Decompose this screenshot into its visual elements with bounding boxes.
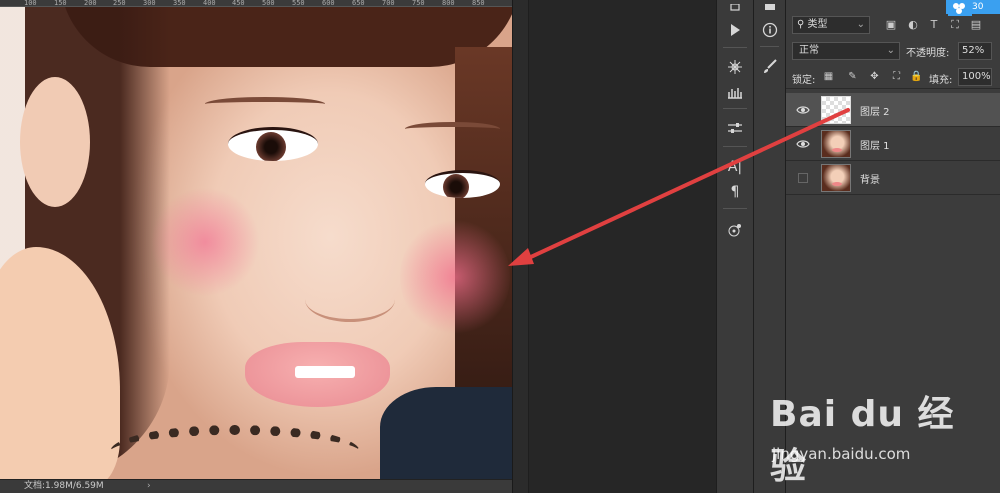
layer-row-background[interactable]: 背景: [786, 161, 1000, 195]
ruler-tick: 800: [442, 0, 455, 7]
cloud-app-icon[interactable]: [948, 0, 972, 24]
brush-icon[interactable]: [754, 55, 785, 79]
watermark-logo: Bai du 经验: [770, 394, 955, 487]
ruler-tick: 550: [292, 0, 305, 7]
layer-name[interactable]: 图层 1: [860, 137, 890, 152]
character-icon[interactable]: A|: [717, 155, 753, 179]
layer-name[interactable]: 图层 2: [860, 103, 890, 118]
baidu-jingyan-watermark: Bai du 经验 jingyan.baidu.com: [770, 385, 990, 487]
photo-shirt: [380, 387, 512, 479]
ruler-tick: 200: [84, 0, 97, 7]
paths-icon[interactable]: [717, 218, 753, 242]
ruler-tick: 350: [173, 0, 186, 7]
fill-label: 填充:: [929, 75, 953, 86]
lock-transparency-icon[interactable]: ▦: [822, 70, 835, 83]
photo-eyebrow: [405, 122, 500, 136]
ruler-tick: 250: [113, 0, 126, 7]
layer-thumbnail: [821, 164, 851, 192]
lock-pixels-icon[interactable]: ✎: [846, 70, 859, 83]
ruler-tick: 700: [382, 0, 395, 7]
filter-adjustment-icon[interactable]: ◐: [906, 18, 920, 32]
workspace-gray: [528, 0, 716, 493]
photo-lips: [245, 342, 390, 407]
ruler-tick: 500: [262, 0, 275, 7]
opacity-label: 不透明度:: [906, 48, 950, 59]
opacity-field[interactable]: 52%: [958, 42, 992, 60]
ruler-tick: 750: [412, 0, 425, 7]
filter-pixel-icon[interactable]: ▣: [884, 18, 898, 32]
layer-name[interactable]: 背景: [860, 171, 880, 186]
ruler-tick: 600: [322, 0, 335, 7]
lock-label: 锁定:: [792, 75, 816, 86]
chevron-down-icon: ⌄: [856, 19, 865, 30]
lock-artboard-icon[interactable]: ⛶: [890, 70, 903, 83]
document-canvas[interactable]: [0, 7, 512, 479]
ruler-tick: 100: [24, 0, 37, 7]
search-icon: ⚲: [797, 19, 805, 30]
layer-filter-dropdown[interactable]: ⚲ 类型 ⌄: [792, 16, 870, 34]
filter-type-icon[interactable]: T: [927, 18, 941, 32]
photoshop-window: 100 150 200 250 300 350 400 450 500 550 …: [0, 0, 1000, 493]
adjustments-icon[interactable]: [717, 116, 753, 140]
document-size: 文档:1.98M/6.59M: [24, 481, 104, 491]
blend-mode-dropdown[interactable]: 正常 ⌄: [792, 42, 900, 60]
photo-ear: [20, 77, 90, 207]
eye-icon[interactable]: [796, 103, 810, 117]
chevron-down-icon: ⌄: [886, 45, 895, 56]
info-icon[interactable]: [754, 18, 785, 42]
layer-row-layer-2[interactable]: 图层 2: [786, 93, 1000, 127]
badge-count: 30: [972, 2, 984, 12]
status-menu-arrow[interactable]: ›: [147, 480, 151, 493]
filter-label: 类型: [807, 19, 828, 30]
layer-thumbnail: [821, 96, 851, 124]
photo-eyebrow: [205, 97, 325, 111]
layer-thumbnail: [821, 130, 851, 158]
ruler-tick: 650: [352, 0, 365, 7]
ruler-tick: 400: [203, 0, 216, 7]
ruler-tick: 150: [54, 0, 67, 7]
photo-eye: [425, 170, 500, 198]
ruler-tick: 300: [143, 0, 156, 7]
blush-left: [150, 187, 260, 297]
workspace-scroll-area: [512, 0, 528, 493]
paragraph-icon[interactable]: ¶: [717, 180, 753, 204]
ruler-tick: 450: [232, 0, 245, 7]
play-icon[interactable]: [717, 18, 753, 42]
eye-icon[interactable]: [796, 137, 810, 151]
fill-field[interactable]: 100%: [958, 68, 992, 86]
blush-right: [400, 217, 510, 337]
panel-icon-strip: A| ¶: [716, 0, 753, 493]
lock-position-icon[interactable]: ✥: [868, 70, 881, 83]
brush-settings-icon[interactable]: [717, 55, 753, 79]
lock-all-icon[interactable]: 🔒: [910, 70, 923, 83]
photo-nose: [305, 277, 395, 322]
layer-row-layer-1[interactable]: 图层 1: [786, 127, 1000, 161]
brushes-icon[interactable]: [717, 80, 753, 104]
blend-mode-value: 正常: [799, 45, 819, 56]
ruler-tick: 850: [472, 0, 485, 7]
horizontal-ruler: 100 150 200 250 300 350 400 450 500 550 …: [0, 0, 512, 7]
visibility-toggle-off[interactable]: [798, 173, 808, 183]
status-bar: 文档:1.98M/6.59M ›: [0, 479, 512, 493]
watermark-url: jingyan.baidu.com: [772, 445, 911, 463]
photo-eye: [228, 127, 318, 161]
photo-necklace: [110, 425, 360, 479]
